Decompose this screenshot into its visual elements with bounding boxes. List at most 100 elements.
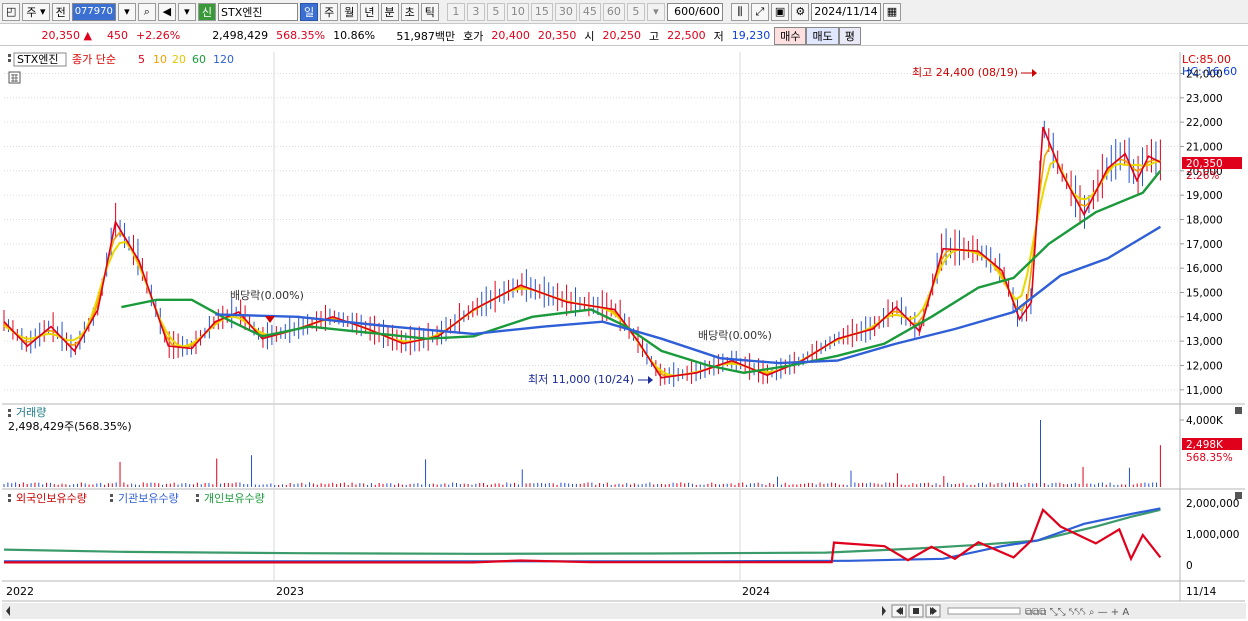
chart-window-icon[interactable]: ◰ xyxy=(2,2,21,21)
legend-stock-name: STX엔진 xyxy=(17,53,58,66)
stock-name-field[interactable]: STX엔진 xyxy=(218,2,298,21)
holdings-tick-0: 0 xyxy=(1186,560,1193,572)
crosshair-icon[interactable]: ⤢ xyxy=(750,2,769,21)
save-icon[interactable]: ▣ xyxy=(770,2,790,21)
holdings-tick-2m: 2,000,000 xyxy=(1186,498,1239,510)
last-price-label: 20,350 xyxy=(1186,158,1223,170)
interval-10[interactable]: 10 xyxy=(506,2,529,21)
tab-month[interactable]: 월 xyxy=(340,2,359,21)
low-label: 저 xyxy=(713,29,724,43)
code-dropdown-button[interactable]: ▾ xyxy=(117,2,136,21)
volume-last-label: 2,498K xyxy=(1186,439,1224,451)
count-field[interactable]: 600/600 xyxy=(666,2,723,21)
price-tick-label: 11,000 xyxy=(1186,385,1223,397)
holdings-panel-close-icon[interactable] xyxy=(1235,492,1242,499)
eval-button[interactable]: 평 xyxy=(838,26,861,45)
legend-ma10: 10 xyxy=(153,53,167,66)
legend-foreign: 외국인보유수량 xyxy=(16,492,87,505)
interval-3[interactable]: 3 xyxy=(466,2,485,21)
open-label: 시 xyxy=(584,29,595,43)
turnover-rate: 10.86% xyxy=(333,29,376,42)
xaxis-2024: 2024 xyxy=(742,585,770,598)
interval-45[interactable]: 45 xyxy=(578,2,601,21)
stock-chart[interactable]: 11,000 12,000 13,000 14,000 15,000 16,000 17,0… xyxy=(0,48,1248,621)
period-select[interactable]: 주 ▾ xyxy=(22,2,50,21)
ask-price: 20,350 xyxy=(537,29,577,42)
legend-title: 종가 단순 xyxy=(72,53,116,66)
holdings-legend: 외국인보유수량 기관보유수량 개인보유수량 xyxy=(8,492,265,505)
legend-ma120: 120 xyxy=(213,53,234,66)
chart-scrollbar[interactable]: ⧉⧉⧉ ⤡⤡ ⤣⤣⤣ ⌕ — + A xyxy=(2,603,1246,619)
period-all-button[interactable]: 전 xyxy=(51,2,70,21)
calendar-icon[interactable]: ▦ xyxy=(882,2,902,21)
chevron-down-icon: ▾ xyxy=(40,5,46,18)
interval-30[interactable]: 30 xyxy=(554,2,577,21)
price-tick-label: 18,000 xyxy=(1186,214,1223,226)
zoom-slider[interactable] xyxy=(947,607,1021,615)
tab-week[interactable]: 주 xyxy=(320,2,339,21)
trade-amount: 51,987백만 xyxy=(396,29,456,43)
search-icon[interactable]: ⌕ xyxy=(137,2,156,21)
bid-price: 20,400 xyxy=(491,29,530,42)
volume-title: 거래량 xyxy=(16,406,46,419)
price-tick-label: 15,000 xyxy=(1186,287,1223,299)
interval-60[interactable]: 60 xyxy=(602,2,625,21)
axis-end-date: 11/14 xyxy=(1186,586,1217,598)
chevron-down-icon: ▾ xyxy=(124,5,130,18)
candle-style-icon[interactable]: ⫼ xyxy=(730,2,749,21)
price-tick-label: 12,000 xyxy=(1186,360,1223,372)
date-field[interactable]: 2024/11/14 xyxy=(811,2,881,21)
volume-panel-close-icon[interactable] xyxy=(1235,407,1242,414)
price-tick-label: 14,000 xyxy=(1186,312,1223,324)
quote-bar: 20,350 ▲ 450 +2.26% 2,498,429 568.35% 10… xyxy=(0,26,1248,46)
legend-institution: 기관보유수량 xyxy=(118,492,179,505)
legend-ma60: 60 xyxy=(192,53,206,66)
interval-unit-input[interactable]: 5 xyxy=(626,2,645,21)
volume-value: 2,498,429 xyxy=(212,29,269,42)
speaker-dropdown-icon[interactable]: ▾ xyxy=(177,2,196,21)
tab-year[interactable]: 년 xyxy=(360,2,379,21)
price-tick-label: 16,000 xyxy=(1186,263,1223,275)
legend-individual: 개인보유수량 xyxy=(204,492,265,505)
up-arrow-icon: ▲ xyxy=(83,29,92,42)
price-change-pct: +2.26% xyxy=(136,29,181,42)
count-value: 600 xyxy=(674,5,696,18)
price-tick-label: 17,000 xyxy=(1186,239,1223,251)
main-toolbar: ◰ 주 ▾ 전 077970 ▾ ⌕ ◀ ▾ 신 STX엔진 일 주 월 년 분… xyxy=(0,0,1248,24)
tab-minute[interactable]: 분 xyxy=(380,2,399,21)
speaker-icon[interactable]: ◀ xyxy=(157,2,176,21)
sell-button[interactable]: 매도 xyxy=(806,26,839,45)
xaxis-2023: 2023 xyxy=(276,585,304,598)
stock-code-input[interactable]: 077970 xyxy=(71,2,116,21)
volume-ratio: 568.35% xyxy=(276,29,326,42)
interval-1[interactable]: 1 xyxy=(446,2,465,21)
high-annotation: 최고 24,400 (08/19) xyxy=(912,66,1018,79)
interval-5[interactable]: 5 xyxy=(486,2,505,21)
xaxis-2022: 2022 xyxy=(6,585,34,598)
price-tick-label: 22,000 xyxy=(1186,117,1223,129)
price-tick-label: 13,000 xyxy=(1186,336,1223,348)
last-price-pct: 2.26% xyxy=(1186,170,1219,182)
tool-icons[interactable]: ⧉⧉⧉ ⤡⤡ ⤣⤣⤣ ⌕ — + A xyxy=(1025,607,1129,618)
period-label: 주 xyxy=(26,5,37,19)
price-tick-label: 21,000 xyxy=(1186,141,1223,153)
buy-button[interactable]: 매수 xyxy=(774,26,807,45)
tab-second[interactable]: 초 xyxy=(400,2,419,21)
price-tick-label: 19,000 xyxy=(1186,190,1223,202)
price-change: 450 xyxy=(107,29,128,42)
volume-last-pct: 568.35% xyxy=(1186,452,1233,464)
interval-dropdown-icon[interactable]: ▾ xyxy=(646,2,665,21)
new-badge[interactable]: 신 xyxy=(197,2,216,21)
gear-icon[interactable]: ⚙ xyxy=(791,2,810,21)
hc-label: HC:-16.60 xyxy=(1182,65,1237,78)
current-price: 20,350 ▲ xyxy=(0,27,96,45)
high-price: 22,500 xyxy=(667,29,706,42)
interval-15[interactable]: 15 xyxy=(530,2,553,21)
legend-ma20: 20 xyxy=(172,53,186,66)
count-total: /600 xyxy=(695,5,720,18)
dividend-annotation-2: 배당락(0.00%) xyxy=(698,329,772,342)
tab-day[interactable]: 일 xyxy=(300,2,319,21)
price-value: 20,350 xyxy=(41,29,81,42)
tab-tick[interactable]: 틱 xyxy=(420,2,439,21)
holdings-tick-1m: 1,000,000 xyxy=(1186,529,1239,541)
